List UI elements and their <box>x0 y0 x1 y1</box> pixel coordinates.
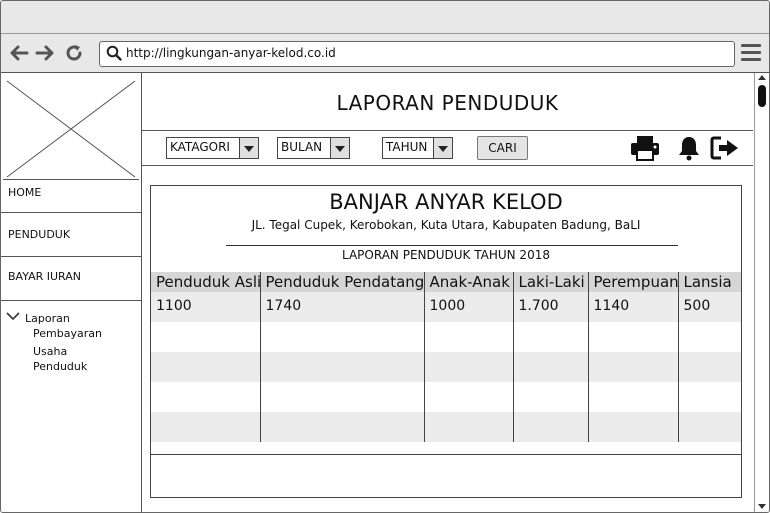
table-cell <box>423 412 513 442</box>
table-cell <box>259 322 424 352</box>
table-cell <box>512 322 588 352</box>
tree-item-usaha-penduduk-line2[interactable]: Penduduk <box>33 360 87 373</box>
table-cell <box>259 412 424 442</box>
scrollbar-thumb[interactable] <box>758 85 766 107</box>
table-cell <box>677 352 741 382</box>
main-content: LAPORAN PENDUDUK KATAGORI BULAN TAHUN CA… <box>142 73 753 512</box>
table-cell <box>587 322 678 352</box>
table-cell <box>259 352 424 382</box>
table-cell <box>677 412 741 442</box>
forward-icon[interactable] <box>34 42 56 64</box>
sidebar-item-label: PENDUDUK <box>8 228 71 241</box>
chevron-down-icon <box>239 138 258 158</box>
table-cell <box>677 322 741 352</box>
tahun-select[interactable]: TAHUN <box>382 137 453 159</box>
table-cell <box>423 322 513 352</box>
chevron-down-icon <box>433 138 452 158</box>
table-cell <box>423 352 513 382</box>
sidebar-item-bayar-iuran[interactable]: BAYAR IURAN <box>1 257 141 301</box>
reload-icon[interactable] <box>63 42 85 64</box>
column-header: Perempuan <box>587 272 678 292</box>
logout-icon[interactable] <box>710 135 740 165</box>
table-cell <box>423 382 513 412</box>
table-cell <box>151 352 260 382</box>
table-cell <box>512 382 588 412</box>
url-text: http://lingkungan-anyar-kelod.co.id <box>126 46 336 60</box>
report-title: BANJAR ANYAR KELOD <box>329 190 563 214</box>
chevron-down-icon[interactable] <box>6 311 20 324</box>
report-subtitle: LAPORAN PENDUDUK TAHUN 2018 <box>342 248 550 262</box>
sidebar: HOME PENDUDUK BAYAR IURAN Laporan Pembay… <box>1 73 142 512</box>
bulan-select-label: BULAN <box>281 140 323 154</box>
print-icon[interactable] <box>630 135 660 165</box>
table-row: 1100 1740 1000 1.700 1140 500 <box>151 292 741 322</box>
table-cell: 1.700 <box>512 292 588 322</box>
table-cell <box>512 352 588 382</box>
table-cell <box>677 382 741 412</box>
page-title: LAPORAN PENDUDUK <box>336 91 559 115</box>
sidebar-item-label: BAYAR IURAN <box>8 270 81 283</box>
table-cell: 1740 <box>259 292 424 322</box>
sidebar-item-home[interactable]: HOME <box>1 180 141 213</box>
tree-item-laporan[interactable]: Laporan <box>25 312 70 325</box>
table-header-row: Penduduk Asli Penduduk Pendatang Anak-An… <box>151 272 741 292</box>
scroll-up-icon[interactable] <box>758 75 766 80</box>
logo-image-placeholder <box>3 77 139 180</box>
column-header: Anak-Anak <box>423 272 513 292</box>
sidebar-item-penduduk[interactable]: PENDUDUK <box>1 213 141 257</box>
tree-item-usaha-penduduk-line1[interactable]: Usaha <box>33 345 67 358</box>
column-header: Laki-Laki <box>512 272 588 292</box>
chevron-down-icon <box>330 138 349 158</box>
table-cell <box>259 382 424 412</box>
table-cell <box>151 382 260 412</box>
back-icon[interactable] <box>8 42 30 64</box>
table-cell: 500 <box>677 292 741 322</box>
bell-icon[interactable] <box>678 135 700 165</box>
table-cell <box>151 322 260 352</box>
tahun-select-label: TAHUN <box>386 140 428 154</box>
column-header: Penduduk Asli <box>151 272 260 292</box>
scroll-down-icon[interactable] <box>758 504 766 509</box>
column-header: Penduduk Pendatang <box>259 272 424 292</box>
hamburger-menu-icon[interactable] <box>741 44 761 62</box>
table-cell <box>587 352 678 382</box>
table-cell: 1000 <box>423 292 513 322</box>
sidebar-item-label: HOME <box>8 186 42 199</box>
report-footer-divider <box>151 454 741 455</box>
address-bar[interactable]: http://lingkungan-anyar-kelod.co.id <box>99 41 735 67</box>
column-header: Lansia <box>677 272 741 292</box>
report-address: JL. Tegal Cupek, Kerobokan, Kuta Utara, … <box>251 218 641 232</box>
table-row <box>151 352 741 382</box>
table-row <box>151 322 741 352</box>
filter-bar: KATAGORI BULAN TAHUN CARI <box>142 130 753 166</box>
browser-window: http://lingkungan-anyar-kelod.co.id HOME… <box>0 0 770 513</box>
table-cell <box>587 382 678 412</box>
table-cell <box>587 412 678 442</box>
search-icon <box>106 45 122 65</box>
table-cell <box>512 412 588 442</box>
report-panel: BANJAR ANYAR KELOD JL. Tegal Cupek, Kero… <box>150 185 742 498</box>
window-titlebar <box>1 1 769 34</box>
vertical-scrollbar[interactable] <box>754 73 769 512</box>
kategori-select[interactable]: KATAGORI <box>166 137 259 159</box>
cari-button[interactable]: CARI <box>477 136 528 160</box>
report-table: Penduduk Asli Penduduk Pendatang Anak-An… <box>151 272 741 442</box>
report-divider <box>226 245 678 246</box>
bulan-select[interactable]: BULAN <box>277 137 350 159</box>
kategori-select-label: KATAGORI <box>170 140 230 154</box>
table-cell: 1140 <box>587 292 678 322</box>
table-row <box>151 382 741 412</box>
browser-toolbar: http://lingkungan-anyar-kelod.co.id <box>1 34 769 73</box>
table-cell: 1100 <box>151 292 260 322</box>
tree-item-pembayaran[interactable]: Pembayaran <box>33 327 102 340</box>
table-row <box>151 412 741 442</box>
table-cell <box>151 412 260 442</box>
